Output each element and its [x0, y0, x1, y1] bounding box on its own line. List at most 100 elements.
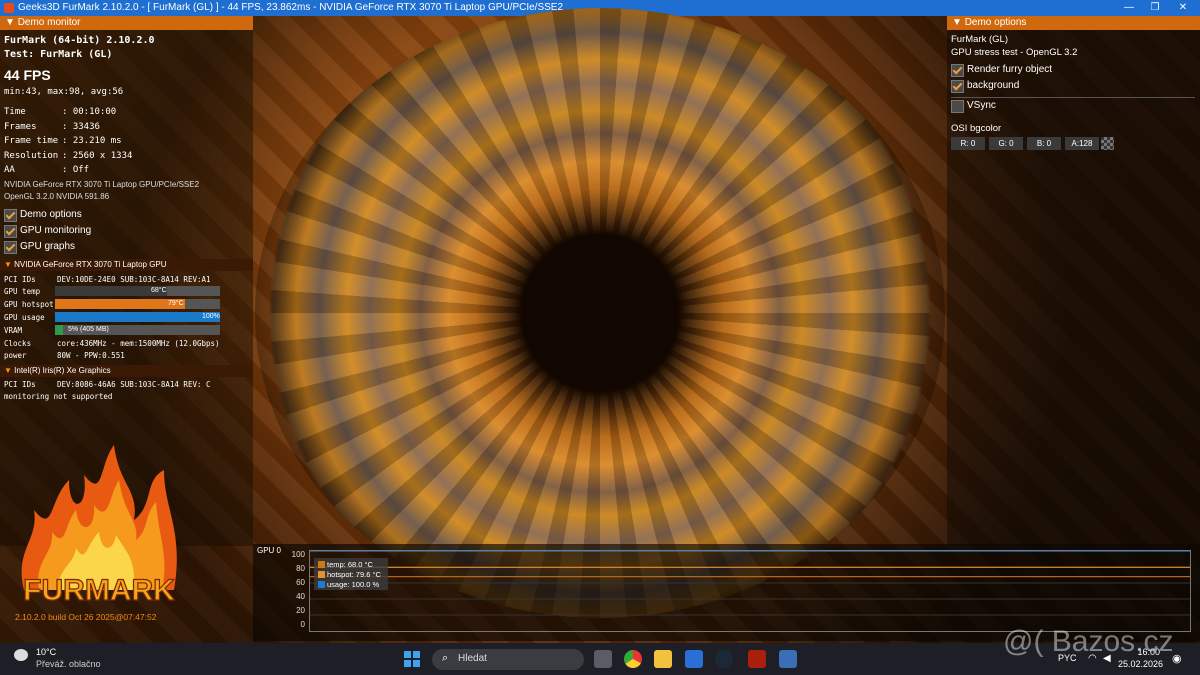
- build-info: 2.10.2.0 build Oct 26 2025@07:47:52: [15, 612, 157, 622]
- vram-value: 5% (405 MB): [68, 326, 109, 333]
- gpu1-section-header[interactable]: ▼ NVIDIA GeForce RTX 3070 Ti Laptop GPU: [0, 259, 253, 271]
- search-icon: ⌕: [442, 652, 449, 664]
- checkbox-vsync[interactable]: [951, 100, 964, 113]
- gpu1-title: NVIDIA GeForce RTX 3070 Ti Laptop GPU: [14, 260, 167, 269]
- taskbar-search[interactable]: ⌕ Hledat: [432, 649, 584, 670]
- stat-value: : 2560 x 1334: [62, 150, 133, 161]
- stat-label: AA: [4, 165, 15, 175]
- gpu1-pci-label: PCI IDs: [4, 275, 36, 284]
- checkbox-label: background: [967, 80, 1020, 91]
- weather-icon[interactable]: [14, 649, 28, 661]
- vram-label: VRAM: [4, 326, 23, 335]
- bgcolor-label: OSI bgcolor: [951, 123, 1002, 134]
- legend-label: hotspot: 79.6 °C: [327, 570, 381, 579]
- checkbox-label: GPU graphs: [20, 241, 76, 252]
- demo-monitor-header[interactable]: ▼ Demo monitor: [0, 16, 253, 30]
- gpu2-note: monitoring not supported: [4, 392, 113, 401]
- store-icon[interactable]: [685, 650, 703, 668]
- checkbox-label: Demo options: [20, 209, 82, 220]
- search-placeholder: Hledat: [458, 653, 487, 664]
- vram-bar: 5% (405 MB): [55, 325, 220, 335]
- gpu2-section-header[interactable]: ▼ Intel(R) Iris(R) Xe Graphics: [0, 365, 253, 377]
- demo-options-title: Demo options: [964, 17, 1027, 28]
- checkbox-label: VSync: [967, 100, 996, 111]
- graph-lines: [310, 551, 1190, 616]
- steam-icon[interactable]: [715, 650, 733, 668]
- bar-fill: [55, 325, 64, 335]
- stat-value: : Off: [62, 165, 90, 175]
- checkbox-render-furry-object[interactable]: [951, 64, 964, 77]
- stat-label: Resolution: [4, 150, 59, 161]
- furmark-logo: FURMARK: [21, 445, 177, 608]
- checkbox-label: Render furry object: [967, 64, 1053, 75]
- graph-y-tick: 100: [291, 550, 305, 559]
- checkbox-gpu-graphs[interactable]: [4, 241, 17, 254]
- logo-text: FURMARK: [23, 574, 175, 607]
- graph-y-tick: 80: [296, 564, 305, 573]
- start-icon[interactable]: [404, 651, 420, 667]
- gpu-temp-label: GPU temp: [4, 287, 41, 296]
- graph-legend-item: usage: 100.0 %: [318, 580, 379, 589]
- gpu2-pci-value: DEV:8086-46A6 SUB:103C-8A14 REV: C: [57, 380, 211, 389]
- bgcolor-swatch[interactable]: [1101, 137, 1114, 150]
- power-value: 80W - PPW:0.551: [57, 351, 125, 360]
- checkbox-gpu-monitoring[interactable]: [4, 225, 17, 238]
- graph-legend-item: temp: 68.0 °C: [318, 560, 373, 569]
- gpu-temp-value: 68°C: [151, 287, 167, 294]
- task-view-icon[interactable]: [594, 650, 612, 668]
- clocks-value: core:436MHz - mem:1500MHz (12.0Gbps): [57, 339, 220, 348]
- legend-swatch: [318, 571, 325, 578]
- gpu-temp-bar: 68°C: [55, 286, 220, 296]
- power-label: power: [4, 351, 27, 360]
- test-line: Test: FurMark (GL): [4, 49, 113, 60]
- bar-fill: [55, 312, 220, 322]
- gpu-hotspot-value: 79°C: [168, 300, 184, 307]
- furmark-window-icon[interactable]: [779, 650, 797, 668]
- gpu-usage-label: GPU usage: [4, 313, 45, 322]
- bgcolor-b-field[interactable]: B: 0: [1027, 137, 1061, 150]
- furmark-taskbar-icon[interactable]: [748, 650, 766, 668]
- gpu-hotspot-bar: 79°C: [55, 299, 220, 309]
- checkbox-background[interactable]: [951, 80, 964, 93]
- legend-label: usage: 100.0 %: [327, 580, 380, 589]
- gpu2-pci-label: PCI IDs: [4, 380, 36, 389]
- clock-date[interactable]: 25.02.2026: [1118, 659, 1163, 669]
- graph-y-tick: 40: [296, 592, 305, 601]
- weather-temp[interactable]: 10°C: [36, 647, 56, 657]
- bgcolor-a-field[interactable]: A:128: [1065, 137, 1099, 150]
- demo-options-header[interactable]: ▼ Demo options: [947, 16, 1200, 30]
- options-subtitle: GPU stress test - OpenGL 3.2: [951, 47, 1078, 58]
- fps-readout: 44 FPS: [4, 67, 51, 83]
- window-title: Geeks3D FurMark 2.10.2.0 - [ FurMark (GL…: [18, 2, 564, 13]
- minimize-button[interactable]: —: [1116, 0, 1142, 16]
- options-divider: [951, 97, 1195, 98]
- opengl-version-line: OpenGL 3.2.0 NVIDIA 591.86: [4, 192, 110, 201]
- chrome-icon[interactable]: [624, 650, 642, 668]
- fur-texture: [255, 8, 945, 618]
- bgcolor-r-field[interactable]: R: 0: [951, 137, 985, 150]
- graph-y-tick: 20: [296, 606, 305, 615]
- legend-swatch: [318, 561, 325, 568]
- clocks-label: Clocks: [4, 339, 32, 348]
- gpu-renderer-line: NVIDIA GeForce RTX 3070 Ti Laptop GPU/PC…: [4, 180, 200, 189]
- app-icon: [4, 3, 14, 13]
- stat-value: : 00:10:00: [62, 107, 117, 117]
- maximize-button[interactable]: ❐: [1142, 0, 1168, 16]
- legend-label: temp: 68.0 °C: [327, 560, 373, 569]
- checkbox-demo-options[interactable]: [4, 209, 17, 222]
- stat-value: : 33436: [62, 121, 100, 132]
- gpu-hotspot-label: GPU hotspot: [4, 300, 54, 309]
- bar-fill: [55, 299, 186, 309]
- demo-options-panel: ▼ Demo options FurMark (GL) GPU stress t…: [947, 16, 1200, 546]
- app-name-line: FurMark (64-bit) 2.10.2.0: [4, 35, 155, 46]
- stat-label: Frames: [4, 121, 37, 132]
- bazos-watermark: @( Bazos.cz: [1003, 625, 1174, 658]
- weather-desc[interactable]: Převáž. oblačno: [36, 659, 101, 669]
- graph-legend-item: hotspot: 79.6 °C: [318, 570, 381, 579]
- gpu-usage-bar: 100%: [55, 312, 220, 322]
- close-button[interactable]: ✕: [1170, 0, 1196, 16]
- bgcolor-g-field[interactable]: G: 0: [989, 137, 1023, 150]
- gpu2-title: Intel(R) Iris(R) Xe Graphics: [14, 366, 111, 375]
- stat-value: : 23.210 ms: [62, 136, 122, 146]
- file-explorer-icon[interactable]: [654, 650, 672, 668]
